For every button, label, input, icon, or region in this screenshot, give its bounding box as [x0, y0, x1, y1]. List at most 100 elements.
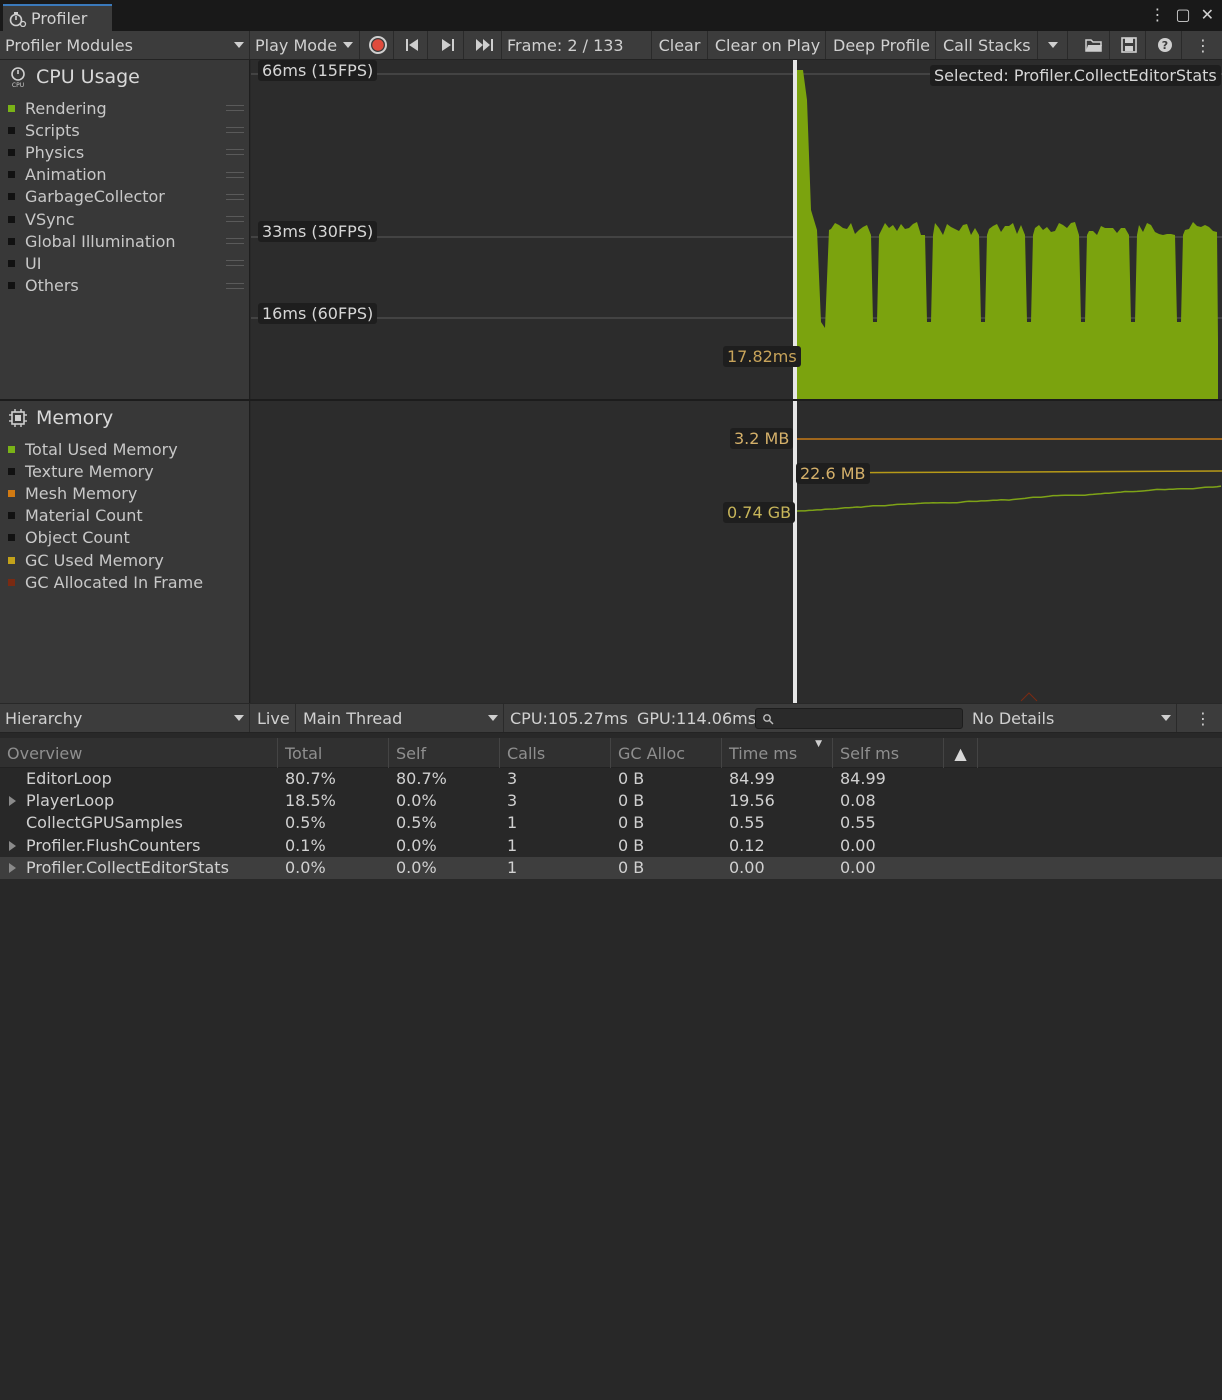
- kebab-menu-icon: ⋮: [1195, 35, 1211, 55]
- live-toggle[interactable]: Live: [252, 704, 296, 732]
- cpu-legend-item[interactable]: Animation: [8, 164, 244, 186]
- cpu-icon: CPU: [11, 67, 25, 88]
- drag-handle-icon[interactable]: [226, 149, 244, 156]
- memory-legend-item[interactable]: Texture Memory: [8, 460, 244, 482]
- legend-label: GarbageCollector: [25, 187, 165, 207]
- cpu-legend: Rendering Scripts Physics Animation GarbageC…: [8, 97, 244, 297]
- drag-handle-icon[interactable]: [226, 282, 244, 289]
- table-row[interactable]: PlayerLoop 18.5% 0.0% 3 0 B 19.56 0.08: [0, 790, 1222, 812]
- cpu-legend-item[interactable]: VSync: [8, 208, 244, 230]
- expand-arrow-icon[interactable]: [9, 796, 16, 807]
- frame-counter: Frame: 2 / 133: [502, 31, 652, 59]
- toolbar-menu-button[interactable]: ⋮: [1184, 31, 1222, 59]
- memory-graph[interactable]: 3.2 MB 22.6 MB 0.74 GB: [251, 401, 1222, 703]
- last-frame-button[interactable]: [468, 31, 502, 59]
- legend-swatch: [8, 489, 15, 497]
- cpu-legend-item[interactable]: Global Illumination: [8, 230, 244, 252]
- column-gc-alloc[interactable]: GC Alloc: [611, 738, 722, 768]
- search-input[interactable]: [755, 708, 963, 729]
- clear-button[interactable]: Clear: [652, 31, 708, 59]
- cpu-legend-item[interactable]: Others: [8, 275, 244, 297]
- hierarchy-toolbar: Hierarchy Live Main Thread CPU:105.27ms …: [0, 704, 1222, 733]
- column-self[interactable]: Self: [389, 738, 500, 768]
- column-self-ms[interactable]: Self ms: [833, 738, 944, 768]
- label-33ms: 33ms (30FPS): [258, 221, 378, 242]
- profiler-toolbar: Profiler Modules Play Mode Frame: 2 / 13…: [0, 31, 1222, 60]
- hierarchy-menu-button[interactable]: ⋮: [1184, 704, 1222, 732]
- expand-arrow-icon[interactable]: [9, 862, 16, 873]
- save-button[interactable]: [1112, 31, 1146, 59]
- cell-total: 18.5%: [285, 791, 336, 811]
- gc-alloc-spike: [1020, 692, 1038, 702]
- chevron-down-icon: [234, 715, 244, 721]
- cell-total: 80.7%: [285, 769, 336, 788]
- clear-on-play-toggle[interactable]: Clear on Play: [710, 31, 826, 59]
- sort-indicator-icon: ▼: [815, 739, 822, 749]
- drag-handle-icon[interactable]: [226, 238, 244, 245]
- profiler-modules-dropdown[interactable]: Profiler Modules: [0, 31, 250, 59]
- drag-handle-icon[interactable]: [226, 105, 244, 111]
- memory-legend-item[interactable]: Object Count: [8, 527, 244, 549]
- legend-label: GC Allocated In Frame: [25, 572, 204, 592]
- thread-dropdown[interactable]: Main Thread: [298, 704, 504, 732]
- drag-handle-icon[interactable]: [226, 171, 244, 178]
- kebab-menu-icon[interactable]: ⋮: [1149, 5, 1165, 24]
- cpu-legend-item[interactable]: UI: [8, 252, 244, 274]
- deep-profile-toggle[interactable]: Deep Profile: [828, 31, 936, 59]
- view-mode-dropdown[interactable]: Hierarchy: [0, 704, 250, 732]
- memory-module-sidebar[interactable]: Memory Total Used Memory Texture Memory Me…: [0, 401, 250, 703]
- cpu-legend-item[interactable]: Scripts: [8, 119, 244, 141]
- cell-selfms: 84.99: [840, 769, 886, 788]
- cell-time: 0.55: [729, 813, 765, 833]
- column-time-ms[interactable]: Time ms ▼: [722, 738, 833, 768]
- svg-text:?: ?: [1161, 39, 1167, 52]
- legend-swatch: [8, 282, 15, 290]
- memory-legend-item[interactable]: GC Used Memory: [8, 549, 244, 571]
- column-overview[interactable]: Overview: [0, 738, 278, 768]
- cell-total: 0.5%: [285, 813, 326, 833]
- table-row[interactable]: Profiler.FlushCounters 0.1% 0.0% 1 0 B 0.12 0.…: [0, 835, 1222, 857]
- record-button[interactable]: [362, 31, 394, 59]
- help-button[interactable]: ?: [1148, 31, 1182, 59]
- column-calls[interactable]: Calls: [500, 738, 611, 768]
- play-mode-dropdown[interactable]: Play Mode: [250, 31, 360, 59]
- maximize-icon[interactable]: ▢: [1175, 5, 1190, 24]
- call-stacks-toggle[interactable]: Call Stacks: [938, 31, 1038, 59]
- tab-profiler[interactable]: Profiler: [3, 4, 112, 31]
- drag-handle-icon[interactable]: [226, 127, 244, 134]
- cpu-legend-item[interactable]: Rendering: [8, 97, 244, 119]
- first-frame-button[interactable]: [396, 31, 428, 59]
- cpu-module-sidebar[interactable]: CPU CPU Usage Rendering Scripts Physics Ani…: [0, 60, 250, 400]
- drag-handle-icon[interactable]: [226, 260, 244, 267]
- cpu-module-header: CPU CPU Usage: [8, 66, 140, 88]
- expand-arrow-icon[interactable]: [9, 840, 16, 851]
- table-row[interactable]: CollectGPUSamples 0.5% 0.5% 1 0 B 0.55 0.55: [0, 812, 1222, 834]
- legend-label: Total Used Memory: [25, 439, 178, 459]
- drag-handle-icon[interactable]: [226, 215, 244, 222]
- drag-handle-icon[interactable]: [226, 193, 244, 200]
- table-row[interactable]: Profiler.CollectEditorStats 0.0% 0.0% 1 0 B 0…: [0, 856, 1222, 879]
- load-button[interactable]: [1078, 31, 1110, 59]
- warning-column[interactable]: ▲: [944, 738, 978, 768]
- column-total[interactable]: Total: [278, 738, 389, 768]
- cpu-legend-item[interactable]: GarbageCollector: [8, 186, 244, 208]
- frame-cursor[interactable]: [793, 401, 797, 703]
- memory-legend-item[interactable]: Total Used Memory: [8, 438, 244, 460]
- cell-name: PlayerLoop: [26, 791, 115, 811]
- play-mode-label: Play Mode: [255, 35, 338, 55]
- cpu-legend-item[interactable]: Physics: [8, 141, 244, 163]
- kebab-menu-icon: ⋮: [1195, 708, 1211, 728]
- memory-legend-item[interactable]: Mesh Memory: [8, 482, 244, 504]
- gpu-time: GPU:114.06ms: [632, 704, 756, 732]
- cell-selfms: 0.08: [840, 791, 876, 811]
- memory-legend-item[interactable]: GC Allocated In Frame: [8, 571, 244, 593]
- close-icon[interactable]: ✕: [1201, 5, 1214, 24]
- cpu-usage-graph[interactable]: 66ms (15FPS) 33ms (30FPS) 16ms (60FPS) S…: [251, 60, 1222, 400]
- cell-time: 0.00: [729, 857, 765, 877]
- memory-legend: Total Used Memory Texture Memory Mesh Memo…: [8, 438, 244, 593]
- next-frame-button[interactable]: [432, 31, 464, 59]
- call-stacks-dropdown[interactable]: [1038, 31, 1068, 59]
- memory-legend-item[interactable]: Material Count: [8, 505, 244, 527]
- table-row[interactable]: EditorLoop 80.7% 80.7% 3 0 B 84.99 84.99: [0, 768, 1222, 790]
- details-dropdown[interactable]: No Details: [967, 704, 1177, 732]
